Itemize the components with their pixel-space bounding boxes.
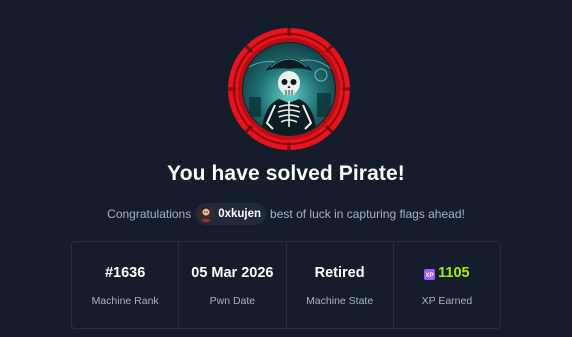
- solved-headline: You have solved Pirate!: [167, 162, 405, 185]
- pwn-date-label: Pwn Date: [209, 295, 256, 307]
- congrats-prefix: Congratulations: [107, 207, 192, 221]
- xp-earned-label: XP Earned: [421, 295, 473, 307]
- xp-earned-value-row: XP 1105: [424, 264, 470, 282]
- username: 0xkujen: [218, 208, 262, 220]
- machine-avatar: [227, 27, 351, 151]
- svg-text:XP: XP: [426, 273, 434, 279]
- xp-icon: XP: [424, 268, 436, 280]
- pwn-date-value: 05 Mar 2026: [191, 265, 274, 281]
- machine-rank-label: Machine Rank: [91, 295, 159, 307]
- congrats-suffix: best of luck in capturing flags ahead!: [270, 207, 465, 221]
- machine-state-label: Machine State: [306, 295, 374, 307]
- stat-pwn-date: 05 Mar 2026 Pwn Date: [179, 242, 287, 328]
- xp-earned-value: 1105: [438, 265, 470, 281]
- solve-summary-panel: You have solved Pirate! Congratulations …: [0, 0, 572, 337]
- stats-grid: #1636 Machine Rank 05 Mar 2026 Pwn Date …: [71, 241, 501, 329]
- machine-state-value: Retired: [314, 265, 365, 281]
- user-avatar-icon: [198, 206, 215, 222]
- congratulations-message: Congratulations 0xkujen best of luck in …: [0, 203, 572, 225]
- stat-machine-rank: #1636 Machine Rank: [72, 242, 180, 328]
- machine-rank-value: #1636: [104, 265, 146, 281]
- skeleton-pirate-avatar-icon: [228, 28, 350, 150]
- user-chip[interactable]: 0xkujen: [195, 203, 267, 225]
- stat-machine-state: Retired Machine State: [287, 242, 394, 328]
- stat-xp-earned: XP 1105 XP Earned: [394, 242, 500, 328]
